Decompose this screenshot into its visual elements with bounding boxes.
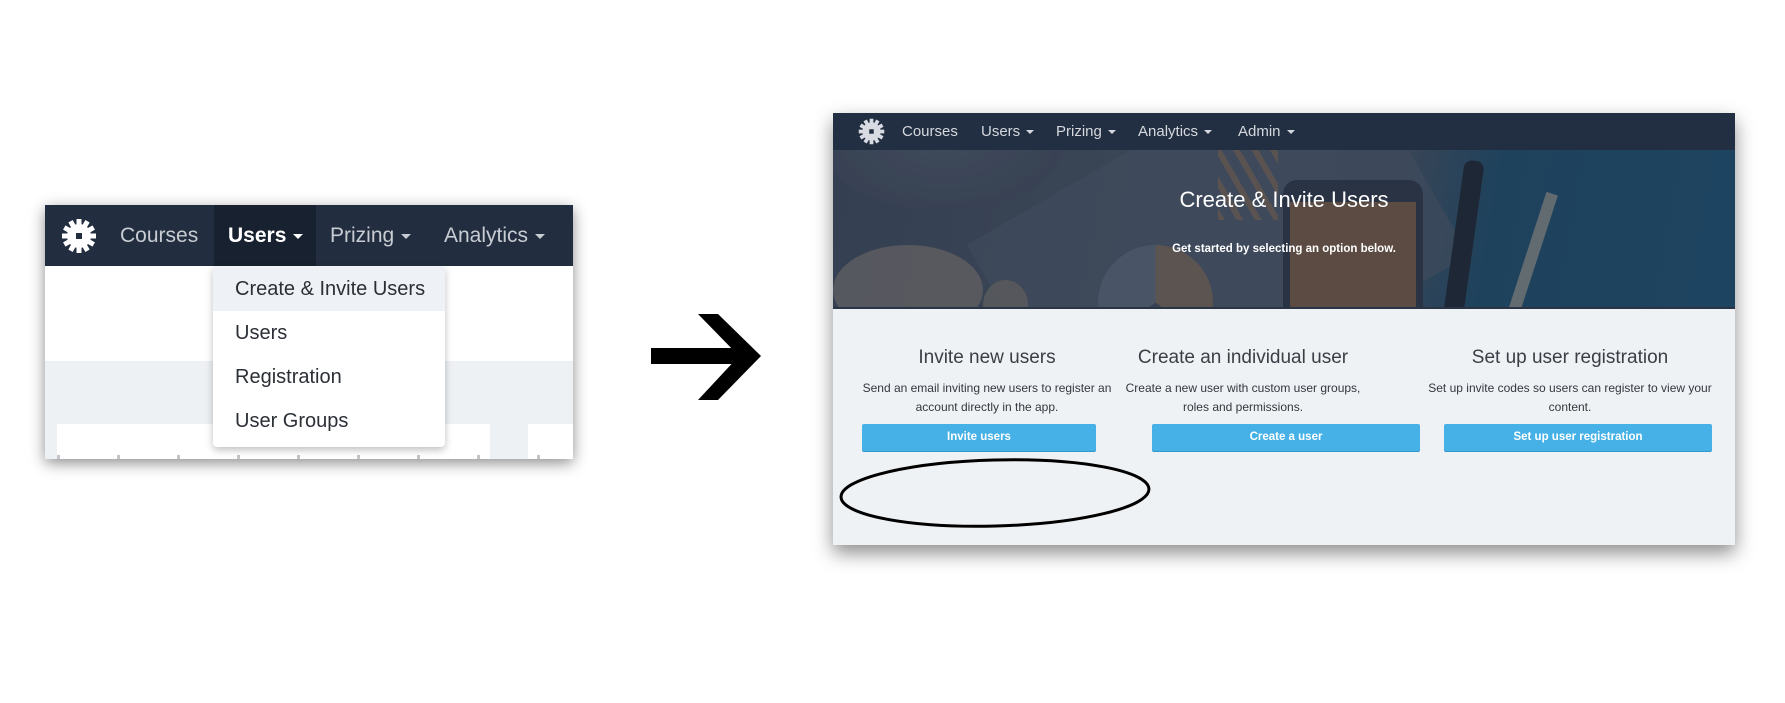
nav-users[interactable]: Users [981, 113, 1035, 150]
invite-users-button[interactable]: Invite users [862, 424, 1096, 451]
top-navbar: Courses Users Prizing Analytics Admin [833, 113, 1735, 150]
nav-prizing[interactable]: Prizing [330, 205, 412, 266]
caret-down-icon [1286, 130, 1295, 135]
card-text-fragment [57, 455, 573, 459]
caret-down-icon [1026, 130, 1035, 135]
page-title: Create & Invite Users [1179, 187, 1389, 212]
nav-prizing[interactable]: Prizing [1056, 113, 1116, 150]
users-dropdown-menu: Create & Invite Users Users Registration… [213, 267, 445, 447]
set-up-user-registration-button[interactable]: Set up user registration [1444, 424, 1712, 451]
hero-banner: Create & Invite Users Get started by sel… [833, 150, 1735, 309]
caret-down-icon [1204, 130, 1213, 135]
option-heading: Set up user registration [1471, 347, 1669, 368]
create-invite-users-page: Courses Users Prizing Analytics Admin Cr… [833, 113, 1735, 545]
dropdown-item-user-groups[interactable]: User Groups [213, 399, 445, 443]
top-navbar: Courses Users Prizing Analytics [45, 205, 573, 266]
nav-analytics[interactable]: Analytics [444, 205, 546, 266]
arrow-right-icon [651, 314, 761, 400]
caret-down-icon [293, 233, 304, 239]
option-heading: Invite new users [918, 347, 1056, 368]
page-subtitle: Get started by selecting an option below… [1172, 243, 1396, 255]
gear-icon[interactable] [61, 219, 97, 253]
option-description: Send an email inviting new users to regi… [862, 381, 1112, 414]
caret-down-icon [535, 233, 546, 239]
nav-analytics[interactable]: Analytics [1138, 113, 1213, 150]
option-invite-new-users: Invite new users Send an email inviting … [859, 345, 1115, 451]
divider [833, 307, 1735, 309]
option-description: Set up invite codes so users can registe… [1428, 381, 1712, 414]
dropdown-item-registration[interactable]: Registration [213, 355, 445, 399]
gear-icon[interactable] [858, 118, 885, 145]
option-create-individual-user: Create an individual user Create a new u… [1115, 345, 1420, 451]
create-a-user-button[interactable]: Create a user [1152, 424, 1420, 451]
content-card [528, 424, 573, 459]
hero-overlay [833, 150, 1735, 309]
option-set-up-user-registration: Set up user registration Set up invite c… [1425, 345, 1715, 451]
caret-down-icon [401, 233, 412, 239]
dropdown-item-create-invite-users[interactable]: Create & Invite Users [213, 267, 445, 311]
caret-down-icon [1107, 130, 1116, 135]
dropdown-screenshot-panel: Courses Users Prizing Analytics Create &… [45, 205, 573, 459]
nav-courses[interactable]: Courses [120, 205, 198, 266]
option-description: Create a new user with custom user group… [1125, 381, 1361, 414]
dropdown-item-users[interactable]: Users [213, 311, 445, 355]
nav-users[interactable]: Users [214, 205, 316, 266]
nav-courses[interactable]: Courses [902, 113, 958, 150]
nav-admin[interactable]: Admin [1238, 113, 1295, 150]
option-heading: Create an individual user [1137, 347, 1349, 368]
